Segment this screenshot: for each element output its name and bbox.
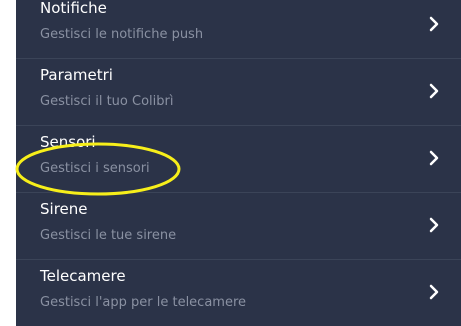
menu-item-subtitle: Gestisci il tuo Colibrì [40, 94, 174, 109]
menu-item-notifiche[interactable]: Notifiche Gestisci le notifiche push [16, 0, 461, 59]
menu-item-subtitle: Gestisci i sensori [40, 161, 150, 176]
menu-item-telecamere[interactable]: Telecamere Gestisci l'app per le telecam… [16, 260, 461, 326]
menu-item-title: Sensori [40, 133, 96, 151]
chevron-right-icon [429, 16, 439, 32]
settings-screen: Notifiche Gestisci le notifiche push Par… [16, 0, 461, 326]
menu-item-subtitle: Gestisci l'app per le telecamere [40, 295, 247, 310]
menu-item-title: Notifiche [40, 0, 107, 17]
menu-item-subtitle: Gestisci le tue sirene [40, 228, 177, 243]
menu-item-title: Parametri [40, 66, 113, 84]
menu-item-parametri[interactable]: Parametri Gestisci il tuo Colibrì [16, 59, 461, 126]
chevron-right-icon [429, 284, 439, 300]
chevron-right-icon [429, 217, 439, 233]
menu-item-title: Telecamere [40, 267, 126, 285]
chevron-right-icon [429, 83, 439, 99]
chevron-right-icon [429, 150, 439, 166]
menu-item-subtitle: Gestisci le notifiche push [40, 27, 204, 42]
menu-item-sirene[interactable]: Sirene Gestisci le tue sirene [16, 193, 461, 260]
menu-item-title: Sirene [40, 200, 88, 218]
menu-item-sensori[interactable]: Sensori Gestisci i sensori [16, 126, 461, 193]
